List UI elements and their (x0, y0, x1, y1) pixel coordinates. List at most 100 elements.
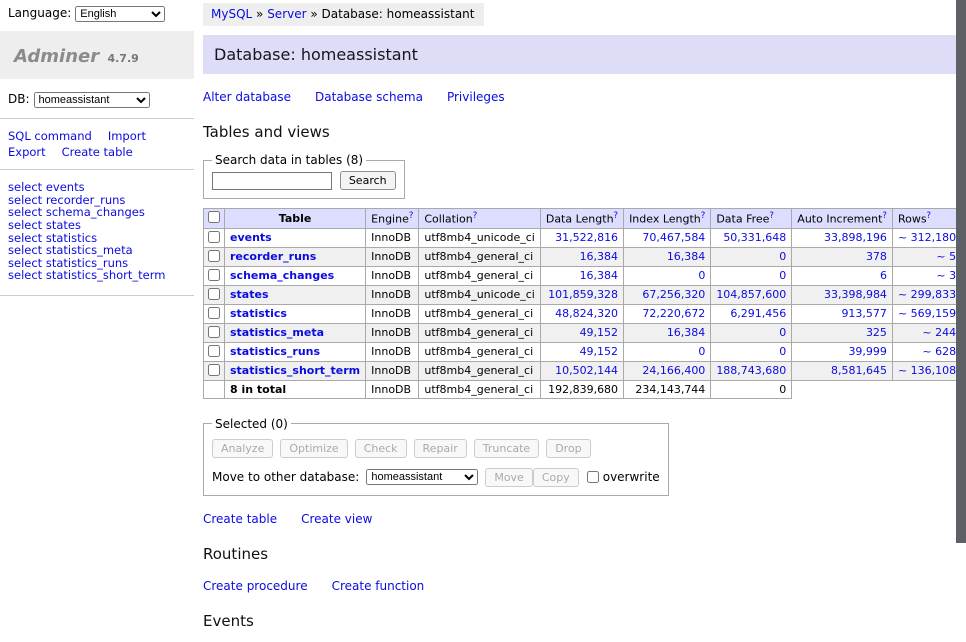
column-help-link[interactable]: ? (614, 211, 619, 221)
analyze-button[interactable]: Analyze (212, 439, 273, 458)
table-row-events: eventsInnoDButf8mb4_unicode_ci31,522,816… (204, 228, 966, 247)
column-help-link[interactable]: ? (701, 211, 706, 221)
rows-link[interactable]: ~ 569,159 (898, 307, 956, 320)
check-button[interactable]: Check (355, 439, 407, 458)
row-checkbox-statistics-runs[interactable] (208, 345, 220, 357)
sidebar-item-export[interactable]: Export (8, 145, 46, 159)
row-checkbox-schema-changes[interactable] (208, 269, 220, 281)
sidebar-item-create-table[interactable]: Create table (62, 145, 133, 159)
index-length-link[interactable]: 72,220,672 (642, 307, 705, 320)
search-button[interactable]: Search (340, 171, 396, 190)
auto-increment-link[interactable]: 8,581,645 (831, 364, 887, 377)
data-free-link[interactable]: 0 (779, 345, 786, 358)
link-database-schema[interactable]: Database schema (315, 90, 423, 104)
sidebar-item-select-states[interactable]: select states (8, 219, 186, 232)
data-free-link[interactable]: 104,857,600 (716, 288, 786, 301)
row-checkbox-states[interactable] (208, 288, 220, 300)
sidebar-item-import[interactable]: Import (108, 129, 146, 143)
column-help-link[interactable]: ? (409, 211, 414, 221)
rows-link[interactable]: ~ 628 (922, 345, 956, 358)
data-length-link[interactable]: 10,502,144 (555, 364, 618, 377)
auto-increment-link[interactable]: 33,898,196 (824, 231, 887, 244)
data-free-link[interactable]: 50,331,648 (723, 231, 786, 244)
link-privileges[interactable]: Privileges (447, 90, 505, 104)
table-link-schema-changes[interactable]: schema_changes (230, 269, 334, 282)
index-length-link[interactable]: 16,384 (667, 250, 706, 263)
sidebar-item-select-statistics-short-term[interactable]: select statistics_short_term (8, 269, 186, 282)
data-length-link[interactable]: 16,384 (580, 250, 619, 263)
auto-increment-link[interactable]: 378 (866, 250, 887, 263)
data-length-link[interactable]: 31,522,816 (555, 231, 618, 244)
table-link-statistics-runs[interactable]: statistics_runs (230, 345, 320, 358)
auto-increment-link[interactable]: 33,398,984 (824, 288, 887, 301)
move-db-select[interactable]: homeassistant (366, 469, 478, 485)
column-help-link[interactable]: ? (473, 211, 478, 221)
table-link-states[interactable]: states (230, 288, 269, 301)
data-length-link[interactable]: 48,824,320 (555, 307, 618, 320)
optimize-button[interactable]: Optimize (280, 439, 347, 458)
rows-link[interactable]: ~ 312,180 (898, 231, 956, 244)
index-length-link[interactable]: 67,256,320 (642, 288, 705, 301)
link-create-function[interactable]: Create function (332, 579, 425, 593)
data-free-link[interactable]: 0 (779, 269, 786, 282)
rows-link[interactable]: ~ 299,833 (898, 288, 956, 301)
sidebar-item-select-events[interactable]: select events (8, 181, 186, 194)
truncate-button[interactable]: Truncate (474, 439, 539, 458)
auto-increment-link[interactable]: 913,577 (841, 307, 887, 320)
breadcrumb-link-mysql[interactable]: MySQL (211, 7, 252, 21)
row-checkbox-events[interactable] (208, 231, 220, 243)
move-button[interactable]: Move (485, 468, 533, 487)
column-help-link[interactable]: ? (927, 211, 932, 221)
auto-increment-link[interactable]: 325 (866, 326, 887, 339)
link-create-table[interactable]: Create table (203, 512, 277, 526)
link-create-view[interactable]: Create view (301, 512, 372, 526)
row-checkbox-statistics-meta[interactable] (208, 326, 220, 338)
index-length-link[interactable]: 0 (698, 345, 705, 358)
sidebar-item-select-statistics-meta[interactable]: select statistics_meta (8, 244, 186, 257)
copy-button[interactable]: Copy (533, 468, 579, 487)
column-help-link[interactable]: ? (769, 211, 774, 221)
row-checkbox-statistics[interactable] (208, 307, 220, 319)
index-length-link[interactable]: 16,384 (667, 326, 706, 339)
data-length-link[interactable]: 49,152 (580, 345, 619, 358)
breadcrumb-link-server[interactable]: Server (267, 7, 306, 21)
rows-link[interactable]: ~ 136,108 (898, 364, 956, 377)
table-link-events[interactable]: events (230, 231, 272, 244)
data-free-link[interactable]: 188,743,680 (716, 364, 786, 377)
search-input[interactable] (212, 172, 332, 190)
rows-link[interactable]: ~ 5 (936, 250, 956, 263)
column-help-link[interactable]: ? (882, 211, 887, 221)
language-select[interactable]: English (75, 6, 165, 22)
row-checkbox-recorder-runs[interactable] (208, 250, 220, 262)
table-link-statistics-short-term[interactable]: statistics_short_term (230, 364, 360, 377)
repair-button[interactable]: Repair (414, 439, 467, 458)
sidebar-item-sql-command[interactable]: SQL command (8, 129, 92, 143)
data-length-link[interactable]: 16,384 (580, 269, 619, 282)
cell-engine: InnoDB (366, 247, 419, 266)
vertical-scrollbar[interactable] (956, 0, 966, 543)
auto-increment-link[interactable]: 6 (880, 269, 887, 282)
overwrite-option[interactable]: overwrite (586, 470, 660, 484)
link-create-procedure[interactable]: Create procedure (203, 579, 308, 593)
link-alter-database[interactable]: Alter database (203, 90, 291, 104)
db-select[interactable]: homeassistant (34, 92, 150, 108)
table-link-statistics[interactable]: statistics (230, 307, 287, 320)
drop-button[interactable]: Drop (546, 439, 590, 458)
select-all-checkbox[interactable] (208, 211, 220, 223)
data-free-link[interactable]: 6,291,456 (730, 307, 786, 320)
auto-increment-link[interactable]: 39,999 (848, 345, 887, 358)
data-free-link[interactable]: 0 (779, 326, 786, 339)
data-length-link[interactable]: 49,152 (580, 326, 619, 339)
rows-link[interactable]: ~ 244 (922, 326, 956, 339)
data-free-link[interactable]: 0 (779, 250, 786, 263)
table-link-recorder-runs[interactable]: recorder_runs (230, 250, 316, 263)
row-checkbox-statistics-short-term[interactable] (208, 364, 220, 376)
index-length-link[interactable]: 70,467,584 (642, 231, 705, 244)
index-length-link[interactable]: 0 (698, 269, 705, 282)
table-link-statistics-meta[interactable]: statistics_meta (230, 326, 324, 339)
rows-link[interactable]: ~ 3 (936, 269, 956, 282)
cell-collation: utf8mb4_unicode_ci (419, 285, 540, 304)
overwrite-checkbox[interactable] (587, 471, 599, 483)
data-length-link[interactable]: 101,859,328 (548, 288, 618, 301)
index-length-link[interactable]: 24,166,400 (642, 364, 705, 377)
